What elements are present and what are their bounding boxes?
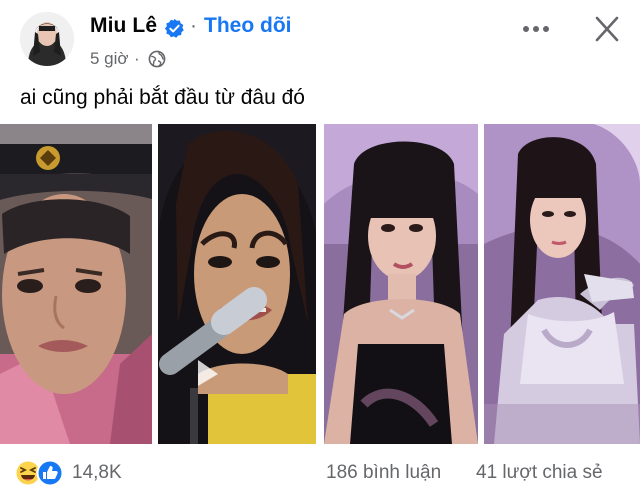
photo-1[interactable] bbox=[0, 124, 152, 444]
close-icon bbox=[595, 16, 619, 42]
reaction-icons[interactable] bbox=[14, 458, 66, 488]
meta-separator-dot: · bbox=[134, 49, 140, 68]
post-header: Miu Lê · Theo dõi 5 giờ · bbox=[0, 0, 640, 86]
photo-grid bbox=[0, 124, 640, 444]
shares-count[interactable]: 41 lượt chia sẻ bbox=[476, 462, 603, 484]
photo-3[interactable] bbox=[324, 124, 478, 444]
verified-badge-icon bbox=[164, 18, 185, 39]
post-footer: 14,8K 186 bình luận 41 lượt chia sẻ bbox=[0, 450, 640, 496]
globe-icon bbox=[148, 50, 166, 68]
more-options-button[interactable] bbox=[518, 14, 554, 44]
reaction-count[interactable]: 14,8K bbox=[72, 462, 122, 484]
comments-count[interactable]: 186 bình luận bbox=[326, 462, 441, 484]
avatar[interactable] bbox=[20, 12, 74, 66]
facebook-post: Miu Lê · Theo dõi 5 giờ · ai cũng phải b… bbox=[0, 0, 640, 504]
separator-dot: · bbox=[190, 14, 197, 37]
post-caption: ai cũng phải bắt đầu từ đâu đó bbox=[20, 86, 305, 109]
like-reaction-icon bbox=[36, 459, 64, 487]
post-timestamp[interactable]: 5 giờ bbox=[90, 49, 129, 69]
photo-4[interactable] bbox=[484, 124, 640, 444]
photo-2[interactable] bbox=[158, 124, 316, 444]
close-button[interactable] bbox=[590, 14, 624, 44]
follow-button[interactable]: Theo dõi bbox=[204, 14, 292, 38]
author-name[interactable]: Miu Lê bbox=[90, 14, 157, 38]
more-dot-icon bbox=[523, 26, 529, 32]
